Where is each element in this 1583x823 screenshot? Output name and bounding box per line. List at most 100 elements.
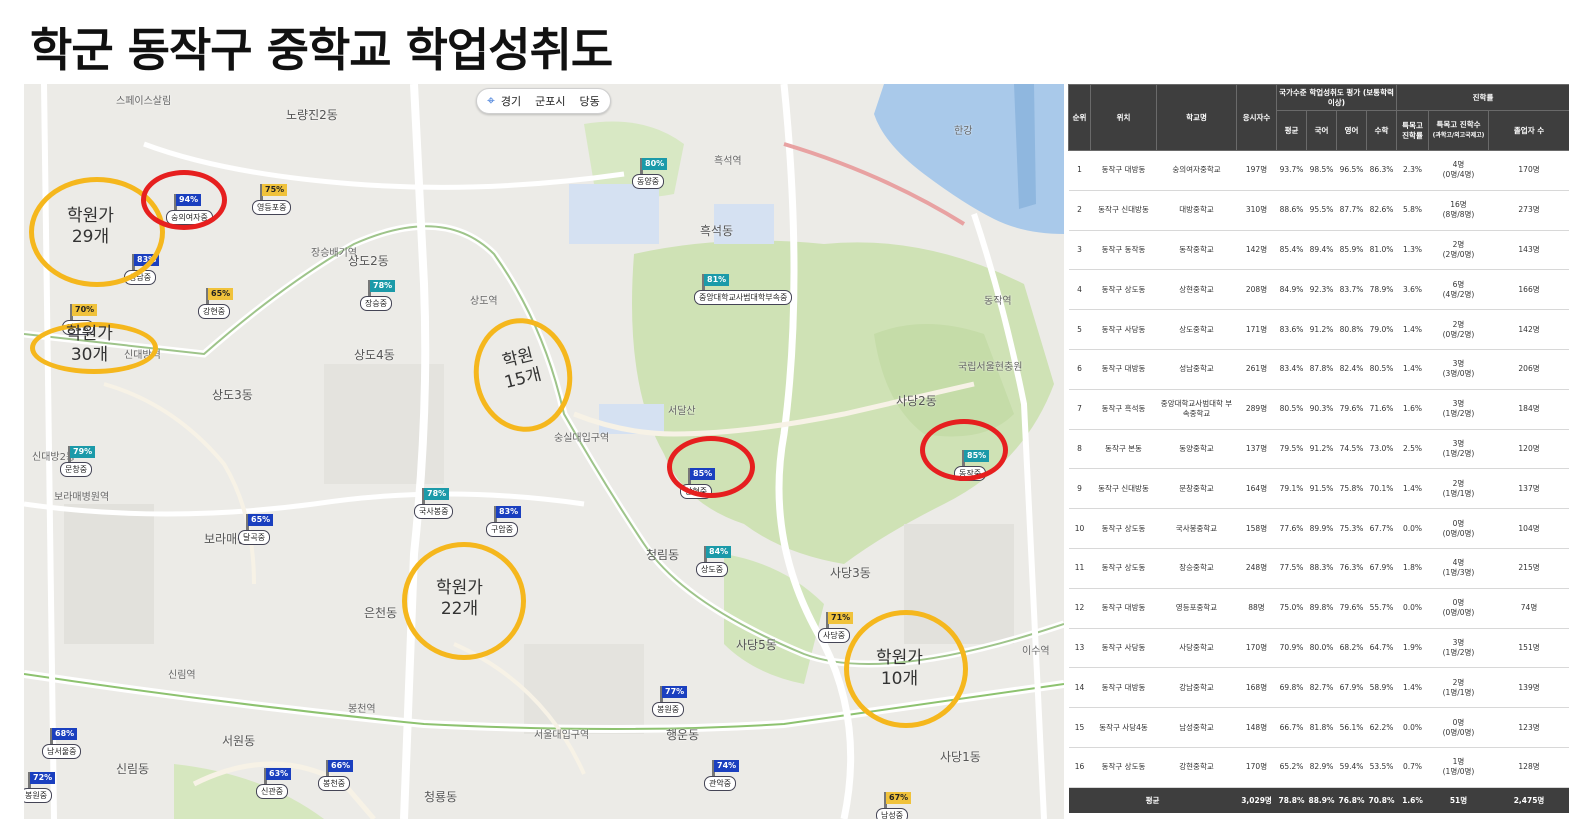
cell-math: 58.9% bbox=[1366, 667, 1397, 709]
cell-korean: 91.5% bbox=[1306, 468, 1337, 510]
special-count-breakdown: (0명/0명) bbox=[1442, 528, 1475, 538]
cell-graduates: 128명 bbox=[1488, 747, 1569, 788]
place-label: 청룡동 bbox=[424, 790, 458, 804]
cell-graduates: 120명 bbox=[1488, 429, 1569, 470]
school-name: 문창중 bbox=[60, 462, 93, 477]
cell-avg: 66.7% bbox=[1276, 707, 1307, 748]
cell-special: 0.0% bbox=[1396, 588, 1429, 629]
place-label: 봉천역 bbox=[348, 704, 376, 715]
cell-avg: 70.9% bbox=[1276, 628, 1307, 669]
school-name: 봉원중 bbox=[652, 702, 685, 717]
cell-english: 79.6% bbox=[1336, 588, 1367, 629]
cell-korean: 89.8% bbox=[1306, 588, 1337, 629]
cell-graduates: 143명 bbox=[1488, 230, 1569, 271]
school-percent: 80% bbox=[642, 158, 668, 170]
toggle-option-1[interactable]: 군포시 bbox=[535, 93, 565, 109]
cell-location: 동작구 흑석동 bbox=[1090, 389, 1157, 430]
cell-math: 73.0% bbox=[1366, 429, 1397, 470]
achievement-table-panel: 순위 위치 학교명 응시자수 국가수준 학업성취도 평가 (보통학력이상) 진학… bbox=[1068, 84, 1569, 819]
cell-special: 0.0% bbox=[1396, 707, 1429, 748]
cell-avg: 77.5% bbox=[1276, 548, 1307, 589]
cell-special-count: 3명 (1명/2명) bbox=[1428, 628, 1489, 669]
academy-label: 학원가 10개 bbox=[876, 648, 923, 689]
school-name: 장승중 bbox=[360, 296, 393, 311]
cell-avg: 84.9% bbox=[1276, 269, 1307, 311]
cell-english: 68.2% bbox=[1336, 628, 1367, 669]
cell-korean: 88.3% bbox=[1306, 548, 1337, 589]
cell-location: 동작구 사당4동 bbox=[1090, 707, 1157, 748]
special-count-breakdown: (1명/2명) bbox=[1442, 647, 1475, 657]
special-count-breakdown: (0명/2명) bbox=[1442, 329, 1475, 339]
place-label: 상도역 bbox=[470, 296, 498, 307]
col-graduates: 졸업자 수 bbox=[1487, 110, 1569, 151]
special-count-breakdown: (4명/2명) bbox=[1442, 289, 1475, 299]
place-label: 보라매병원역 bbox=[54, 492, 110, 503]
school-name: 국사봉중 bbox=[414, 504, 454, 519]
cell-math: 81.0% bbox=[1366, 230, 1397, 271]
special-count-total: 2명 bbox=[1452, 478, 1465, 488]
crosshair-icon: ⌖ bbox=[487, 93, 495, 109]
map-layer-toggle[interactable]: ⌖ 경기 군포시 당동 bbox=[476, 88, 611, 114]
cell-rank: 2 bbox=[1068, 190, 1091, 231]
table-row: 1 동작구 대방동 숭의여자중학교 197명 93.7% 98.5% 96.5% 86.3% 2… bbox=[1068, 150, 1569, 191]
school-percent: 72% bbox=[30, 772, 56, 784]
average-avg: 78.8% bbox=[1276, 787, 1307, 814]
cell-school: 사당중학교 bbox=[1156, 628, 1237, 669]
average-korean: 88.9% bbox=[1306, 787, 1337, 814]
cell-avg: 93.7% bbox=[1276, 150, 1307, 191]
cell-special-count: 0명 (0명/0명) bbox=[1428, 508, 1489, 549]
toggle-option-2[interactable]: 당동 bbox=[580, 93, 600, 109]
cell-math: 80.5% bbox=[1366, 349, 1397, 390]
cell-special: 1.8% bbox=[1396, 548, 1429, 589]
school-name: 남서울중 bbox=[42, 744, 82, 759]
col-rank: 순위 bbox=[1068, 84, 1091, 151]
cell-english: 85.9% bbox=[1336, 230, 1367, 271]
special-count-total: 4명 bbox=[1452, 558, 1465, 568]
cell-special: 1.9% bbox=[1396, 628, 1429, 669]
cell-rank: 4 bbox=[1068, 269, 1091, 311]
place-label: 흑석역 bbox=[714, 156, 742, 167]
school-percent: 67% bbox=[886, 792, 912, 804]
cell-school: 국사봉중학교 bbox=[1156, 508, 1237, 549]
cell-special: 5.8% bbox=[1396, 190, 1429, 231]
cell-special-count: 2명 (1명/1명) bbox=[1428, 667, 1489, 709]
cell-math: 78.9% bbox=[1366, 269, 1397, 311]
cell-location: 동작구 신대방동 bbox=[1090, 468, 1157, 510]
special-count-breakdown: (2명/0명) bbox=[1442, 249, 1475, 259]
cell-math: 86.3% bbox=[1366, 150, 1397, 191]
cell-examinees: 88명 bbox=[1236, 588, 1277, 629]
cell-korean: 82.7% bbox=[1306, 667, 1337, 709]
cell-special: 1.3% bbox=[1396, 230, 1429, 271]
cell-english: 80.8% bbox=[1336, 309, 1367, 350]
cell-english: 96.5% bbox=[1336, 150, 1367, 191]
cell-avg: 80.5% bbox=[1276, 389, 1307, 430]
school-name: 구암중 bbox=[486, 522, 519, 537]
cell-avg: 88.6% bbox=[1276, 190, 1307, 231]
cell-special: 0.0% bbox=[1396, 508, 1429, 549]
cell-special: 2.5% bbox=[1396, 429, 1429, 470]
special-count-breakdown: (1명/2명) bbox=[1442, 409, 1475, 419]
cell-location: 동작구 사당동 bbox=[1090, 628, 1157, 669]
highlight-ring bbox=[920, 419, 1008, 481]
school-name: 강현중 bbox=[198, 304, 231, 319]
special-count-breakdown: (1명/3명) bbox=[1442, 568, 1475, 578]
cell-examinees: 170명 bbox=[1236, 747, 1277, 788]
cell-korean: 91.2% bbox=[1306, 429, 1337, 470]
cell-graduates: 104명 bbox=[1488, 508, 1569, 549]
cell-special: 1.6% bbox=[1396, 389, 1429, 430]
toggle-option-0[interactable]: 경기 bbox=[501, 93, 521, 109]
cell-graduates: 170명 bbox=[1488, 150, 1569, 191]
cell-location: 동작구 상도동 bbox=[1090, 747, 1157, 788]
place-label: 사당3동 bbox=[830, 566, 871, 580]
cell-special-count: 1명 (1명/0명) bbox=[1428, 747, 1489, 788]
cell-math: 55.7% bbox=[1366, 588, 1397, 629]
special-count-breakdown: (0명/0명) bbox=[1442, 608, 1475, 618]
cell-graduates: 273명 bbox=[1488, 190, 1569, 231]
place-label: 스페이스살림 bbox=[116, 96, 172, 107]
cell-rank: 7 bbox=[1068, 389, 1091, 430]
cell-special-count: 2명 (2명/0명) bbox=[1428, 230, 1489, 271]
school-percent: 65% bbox=[208, 288, 234, 300]
highlight-ring bbox=[667, 436, 755, 498]
cell-avg: 83.4% bbox=[1276, 349, 1307, 390]
map-view[interactable]: ⌖ 경기 군포시 당동 스페이스살림 노량진2동 상도2동 장승배기역 상도역 상도3동 상… bbox=[24, 84, 1064, 819]
